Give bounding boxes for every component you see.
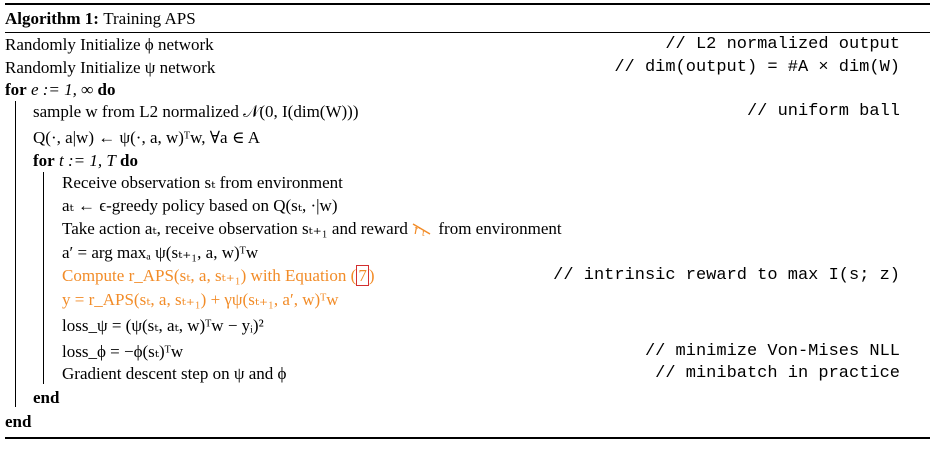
struck-reward-icon: r t xyxy=(412,221,434,237)
line-11: Compute r_APS(sₜ, a, sₜ₊₁) with Equation… xyxy=(62,265,375,287)
inner-loop-range: t := 1, T xyxy=(58,151,116,170)
line-15: Gradient descent step on ψ and ϕ xyxy=(62,364,287,383)
line-8: aₜ ← ϵ-greedy policy based on Q(sₜ, ·|w) xyxy=(62,196,338,215)
comment-2: // dim(output) = #A × dim(W) xyxy=(614,58,900,77)
comment-1: // L2 normalized output xyxy=(665,35,900,54)
title-rule xyxy=(5,32,930,33)
keyword-for: for xyxy=(5,80,27,99)
line-13: loss_ψ = (ψ(sₜ, aₜ, w)ᵀw − yᵢ)² xyxy=(62,316,264,335)
line-10: a′ = arg maxₐ ψ(sₜ₊₁, a, w)ᵀw xyxy=(62,243,259,262)
line-9-part-b: from environment xyxy=(438,219,562,238)
outer-loop-range: e := 1, ∞ xyxy=(30,80,94,99)
comment-4: // uniform ball xyxy=(746,102,900,121)
line-2: Randomly Initialize ψ network xyxy=(5,58,216,77)
outer-loop-bar xyxy=(15,101,16,407)
keyword-do-inner: do xyxy=(120,151,138,170)
comment-11: // intrinsic reward to max I(s; z) xyxy=(553,266,900,285)
line-5: Q(·, a|w) ← ψ(·, a, w)ᵀw, ∀a ∈ A xyxy=(33,128,260,147)
keyword-do: do xyxy=(97,80,116,99)
comment-14: // minimize Von-Mises NLL xyxy=(644,342,900,361)
line-12: y = r_APS(sₜ, a, sₜ₊₁) + γψ(sₜ₊₁, a′, w)… xyxy=(62,290,339,309)
line-6: for t := 1, T do xyxy=(33,150,138,172)
line-9: Take action aₜ, receive observation sₜ₊₁… xyxy=(62,218,562,240)
comment-15: // minibatch in practice xyxy=(655,364,900,383)
line-9-part-a: Take action aₜ, receive observation sₜ₊₁… xyxy=(62,219,408,238)
line-1: Randomly Initialize ϕ network xyxy=(5,35,214,54)
line-11-part-a: Compute r_APS(sₜ, a, sₜ₊₁) with Equation… xyxy=(62,266,357,285)
top-rule xyxy=(5,3,930,5)
line-3: for e := 1, ∞ do xyxy=(5,79,116,101)
algorithm-name: Training APS xyxy=(103,9,196,28)
line-7: Receive observation sₜ from environment xyxy=(62,173,343,192)
algorithm-title: Algorithm 1: Training APS xyxy=(5,9,196,29)
line-11-part-b: ) xyxy=(368,266,375,285)
equation-ref-link[interactable]: 7 xyxy=(356,265,369,286)
algorithm-header: Algorithm 1: xyxy=(5,9,99,28)
keyword-for-inner: for xyxy=(33,151,55,170)
line-4: sample w from L2 normalized 𝒩(0, I(dim(W… xyxy=(33,102,359,121)
bottom-rule xyxy=(5,437,930,439)
outer-end: end xyxy=(5,412,32,431)
line-14: loss_ϕ = −ϕ(sₜ)ᵀw xyxy=(62,342,184,361)
inner-loop-bar xyxy=(43,172,44,384)
inner-end: end xyxy=(33,388,60,407)
